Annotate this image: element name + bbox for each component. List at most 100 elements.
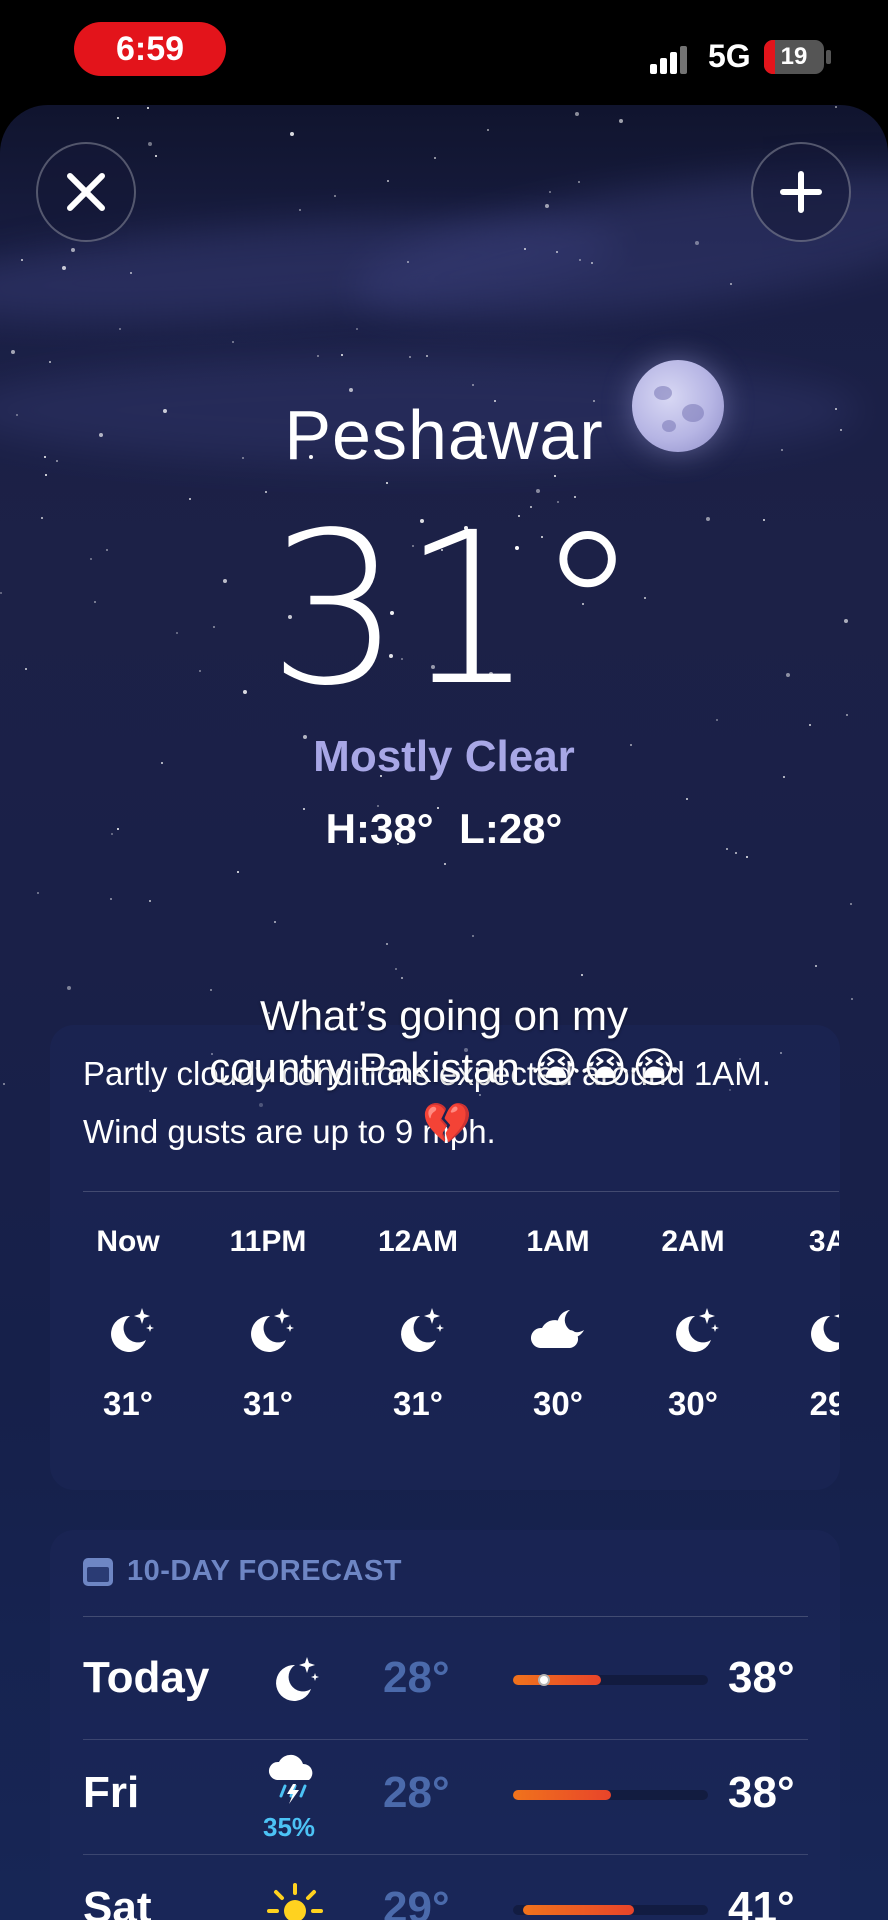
- star: [695, 241, 699, 245]
- forecast-low: 28°: [383, 1768, 450, 1817]
- star: [549, 191, 551, 193]
- close-button[interactable]: [36, 142, 136, 242]
- signal-icon: [650, 44, 690, 74]
- star: [581, 974, 583, 976]
- star: [387, 180, 389, 182]
- hour-temp: 31°: [103, 1385, 153, 1422]
- star: [237, 871, 239, 873]
- hour-temp: 31°: [243, 1385, 293, 1422]
- star: [147, 107, 149, 109]
- star: [686, 798, 688, 800]
- add-button[interactable]: [751, 142, 851, 242]
- hour-item: 3A 29: [753, 1225, 839, 1423]
- city-name: Peshawar: [284, 396, 604, 474]
- cloud-moon-icon: [483, 1275, 633, 1385]
- moon-stars-icon: [83, 1275, 203, 1385]
- star: [426, 355, 428, 357]
- star: [71, 248, 75, 252]
- hour-time: 3A: [808, 1225, 839, 1258]
- current-temperature: 31°: [267, 487, 641, 732]
- star: [130, 272, 132, 274]
- forecast-day: Fri: [83, 1768, 140, 1817]
- forecast-title: 10-DAY FORECAST: [127, 1555, 403, 1587]
- star: [716, 719, 718, 721]
- sun-icon: [265, 1881, 325, 1920]
- temperature-range-fill: [513, 1790, 611, 1800]
- hour-time: 12AM: [377, 1225, 459, 1258]
- precip-chance: 35%: [263, 1812, 316, 1842]
- star: [349, 388, 353, 392]
- broken-heart-emoji: 💔: [422, 1102, 472, 1146]
- forecast-row[interactable]: Sat 29° 41°: [83, 1855, 808, 1920]
- star: [386, 943, 388, 945]
- star: [487, 129, 489, 131]
- star: [407, 261, 409, 263]
- hour-temp: 30°: [668, 1385, 718, 1422]
- temperature-range-fill: [522, 1905, 634, 1915]
- star: [545, 204, 549, 208]
- battery-icon: 19: [764, 40, 824, 74]
- star: [554, 475, 556, 477]
- caption-line1: What’s going on my: [259, 992, 629, 1039]
- hour-item: 11PM 31°: [193, 1225, 343, 1423]
- star: [578, 181, 580, 183]
- star: [110, 898, 112, 900]
- star: [341, 354, 343, 356]
- star: [386, 482, 388, 484]
- hour-time: 2AM: [661, 1225, 725, 1258]
- hour-temp: 30°: [533, 1385, 583, 1422]
- forecast-low: 28°: [383, 1653, 450, 1702]
- star: [472, 384, 474, 386]
- hour-temp: 29: [809, 1385, 839, 1422]
- hourly-strip[interactable]: Now 31° 11PM 31° 12AM 31° 1AM 30° 2AM 30° 3A 29: [83, 1225, 839, 1505]
- star: [149, 900, 151, 902]
- star: [265, 491, 267, 493]
- temperature-range-bar: [513, 1905, 708, 1915]
- star: [575, 112, 579, 116]
- condition-text: Mostly Clear: [313, 732, 575, 781]
- hour-item: 2AM 30°: [618, 1225, 768, 1423]
- star: [189, 498, 191, 500]
- battery-percent: 19: [780, 43, 808, 70]
- hour-time: 11PM: [229, 1225, 307, 1258]
- star: [290, 132, 294, 136]
- battery-nub: [826, 50, 831, 64]
- star: [730, 283, 732, 285]
- hour-item: 12AM 31°: [343, 1225, 493, 1423]
- moon-stars-icon: [343, 1275, 493, 1385]
- star: [49, 361, 51, 363]
- status-time[interactable]: 6:59: [74, 22, 226, 76]
- star: [835, 106, 837, 108]
- hour-time: 1AM: [526, 1225, 590, 1258]
- star: [746, 856, 748, 858]
- star: [37, 892, 39, 894]
- star: [472, 935, 474, 937]
- divider: [83, 1191, 839, 1192]
- forecast-row[interactable]: Fri 35% 28° 38°: [83, 1740, 808, 1855]
- star: [117, 117, 119, 119]
- star: [274, 921, 276, 923]
- thunderstorm-icon: [265, 1750, 325, 1810]
- temperature-range-fill: [513, 1675, 601, 1685]
- star: [409, 356, 411, 358]
- star: [444, 863, 446, 865]
- star: [591, 262, 593, 264]
- star: [232, 341, 234, 343]
- close-icon: [67, 173, 105, 211]
- star: [619, 119, 623, 123]
- moon-stars-icon: [265, 1651, 325, 1711]
- forecast-high: 38°: [728, 1768, 795, 1817]
- star: [317, 355, 319, 357]
- forecast-header: 10-DAY FORECAST: [83, 1555, 402, 1588]
- star: [62, 266, 66, 270]
- status-bar: 6:59 5G 19: [0, 0, 888, 105]
- star: [155, 155, 157, 157]
- forecast-high: 38°: [728, 1653, 795, 1702]
- hour-item: Now 31°: [83, 1225, 203, 1423]
- moon-stars-icon: [193, 1275, 343, 1385]
- star: [850, 903, 852, 905]
- network-type: 5G: [708, 38, 751, 74]
- forecast-row[interactable]: Today 28° 38°: [83, 1625, 808, 1740]
- star: [809, 724, 811, 726]
- forecast-high: 41°: [728, 1883, 795, 1920]
